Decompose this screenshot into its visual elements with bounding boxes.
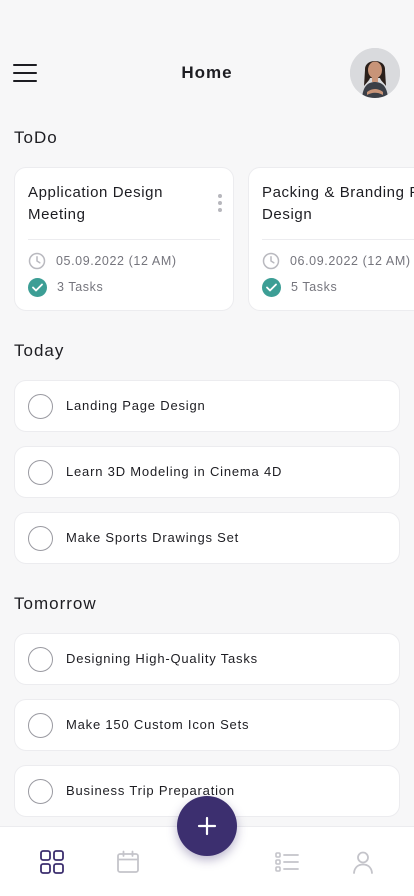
check-circle-icon <box>28 277 47 297</box>
todo-card-task-row: 5 Tasks <box>262 277 338 297</box>
divider <box>28 239 220 240</box>
clock-icon <box>262 252 280 270</box>
clock-icon <box>28 252 46 270</box>
todo-card[interactable]: Packing & Branding Full Design 06.09.202… <box>248 167 414 311</box>
check-circle-icon <box>262 277 281 297</box>
task-item[interactable]: Landing Page Design <box>14 380 400 432</box>
task-label: Make 150 Custom Icon Sets <box>66 717 250 732</box>
section-title-tomorrow: Tomorrow <box>14 594 97 613</box>
task-checkbox[interactable] <box>28 779 53 804</box>
task-item[interactable]: Designing High-Quality Tasks <box>14 633 400 685</box>
divider <box>262 239 414 240</box>
more-options-icon[interactable] <box>217 194 223 214</box>
task-item[interactable]: Learn 3D Modeling in Cinema 4D <box>14 446 400 498</box>
todo-card-task-row: 3 Tasks <box>28 277 104 297</box>
task-label: Make Sports Drawings Set <box>66 530 240 545</box>
plus-icon <box>197 816 217 836</box>
todo-card-task-count: 5 Tasks <box>291 280 338 294</box>
section-title-today: Today <box>14 341 65 360</box>
calendar-icon[interactable] <box>115 849 141 875</box>
todo-card-title: Application Design Meeting <box>28 184 164 223</box>
task-checkbox[interactable] <box>28 647 53 672</box>
avatar[interactable] <box>350 48 400 98</box>
task-checkbox[interactable] <box>28 713 53 738</box>
task-item[interactable]: Make 150 Custom Icon Sets <box>14 699 400 751</box>
task-item[interactable]: Make Sports Drawings Set <box>14 512 400 564</box>
todo-card-task-count: 3 Tasks <box>57 280 104 294</box>
app-header: Home <box>0 48 414 98</box>
todo-card-date-row: 06.09.2022 (12 AM) <box>262 252 411 270</box>
task-checkbox[interactable] <box>28 526 53 551</box>
todo-card-date-row: 05.09.2022 (12 AM) <box>28 252 177 270</box>
task-label: Learn 3D Modeling in Cinema 4D <box>66 464 283 479</box>
home-screen: Home ToDo Application Design Meeting 05.… <box>0 0 414 896</box>
task-label: Designing High-Quality Tasks <box>66 651 258 666</box>
todo-card-date: 05.09.2022 (12 AM) <box>56 254 177 268</box>
add-task-button[interactable] <box>177 796 237 856</box>
task-checkbox[interactable] <box>28 460 53 485</box>
task-list-icon[interactable] <box>274 849 300 875</box>
task-label: Landing Page Design <box>66 398 206 413</box>
user-avatar-icon <box>350 48 400 98</box>
todo-card[interactable]: Application Design Meeting 05.09.2022 (1… <box>14 167 234 311</box>
task-checkbox[interactable] <box>28 394 53 419</box>
section-title-todo: ToDo <box>14 128 58 147</box>
grid-home-icon[interactable] <box>39 849 65 875</box>
profile-icon[interactable] <box>350 849 376 875</box>
todo-card-date: 06.09.2022 (12 AM) <box>290 254 411 268</box>
todo-card-title: Packing & Branding Full Design <box>262 184 414 223</box>
